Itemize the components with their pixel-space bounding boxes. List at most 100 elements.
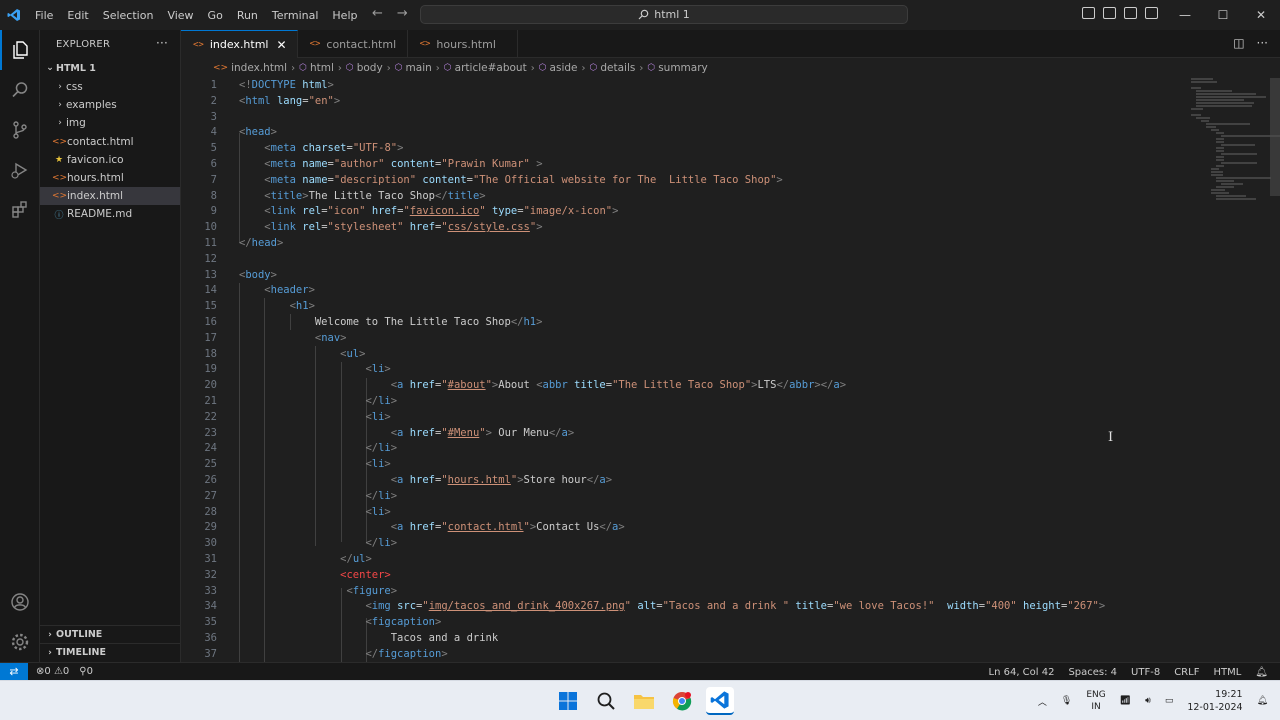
- toggle-secondary-sidebar-icon[interactable]: [1124, 7, 1137, 19]
- search-icon[interactable]: [0, 70, 40, 110]
- menu-edit[interactable]: Edit: [60, 9, 95, 22]
- run-debug-icon[interactable]: [0, 150, 40, 190]
- line-number: 36: [204, 631, 217, 644]
- breadcrumb-label: body: [356, 62, 383, 74]
- tab-index-html[interactable]: <> index.html ✕: [181, 30, 298, 58]
- toggle-panel-icon[interactable]: [1103, 7, 1116, 19]
- code-line-10: <link rel="stylesheet" href="css/style.c…: [264, 221, 543, 234]
- html-file-icon: <>: [419, 39, 431, 49]
- extensions-icon[interactable]: [0, 190, 40, 230]
- close-window-icon[interactable]: ✕: [1242, 0, 1280, 30]
- workspace-root-folder[interactable]: ⌄ HTML 1: [40, 58, 180, 78]
- breadcrumb-item[interactable]: ⬡ html: [299, 62, 334, 74]
- window-controls: — ☐ ✕: [1166, 0, 1280, 30]
- indentation[interactable]: Spaces: 4: [1068, 667, 1117, 678]
- problems-indicator[interactable]: ⊗0 ⚠0: [36, 666, 69, 677]
- windows-start-icon[interactable]: [554, 687, 582, 715]
- cursor-position[interactable]: Ln 64, Col 42: [989, 667, 1055, 678]
- code-line-5: <meta charset="UTF-8">: [264, 142, 404, 155]
- tab-contact-html[interactable]: <> contact.html: [298, 30, 408, 58]
- chrome-browser-icon[interactable]: [668, 687, 696, 715]
- minimap[interactable]: [1191, 78, 1280, 278]
- line-number: 3: [210, 110, 217, 123]
- vertical-scrollbar[interactable]: [1270, 78, 1280, 196]
- split-editor-icon[interactable]: ◫: [1233, 36, 1244, 50]
- vscode-taskbar-icon[interactable]: [706, 687, 734, 715]
- customize-layout-icon[interactable]: [1145, 7, 1158, 19]
- tab-hours-html[interactable]: <> hours.html: [408, 30, 518, 58]
- breadcrumb-item[interactable]: ⬡ body: [346, 62, 383, 74]
- code-line-37: </figcaption>: [365, 647, 448, 660]
- tree-item-index-html[interactable]: <> index.html: [40, 187, 180, 206]
- toggle-primary-sidebar-icon[interactable]: [1082, 7, 1095, 19]
- notification-bell-icon[interactable]: 🔔︎: [1257, 696, 1268, 706]
- menu-help[interactable]: Help: [325, 9, 364, 22]
- microphone-icon[interactable]: 🎙︎: [1061, 696, 1072, 706]
- code-line-34: <img src="img/tacos_and_drink_400x267.pn…: [365, 600, 1106, 613]
- language-mode[interactable]: HTML: [1213, 667, 1241, 678]
- tree-item-readme-md[interactable]: ⓘ README.md: [40, 205, 180, 223]
- wifi-icon[interactable]: 📶︎: [1120, 696, 1131, 706]
- code-line-18: <ul>: [340, 347, 366, 360]
- editor-actions: ◫ ···: [1233, 36, 1268, 50]
- html-file-icon: <>: [52, 173, 68, 184]
- tree-item-favicon-ico[interactable]: ★ favicon.ico: [40, 151, 180, 169]
- ports-count: 0: [86, 666, 93, 677]
- volume-icon[interactable]: 🔊︎: [1145, 696, 1151, 706]
- tree-item-img[interactable]: › img: [40, 114, 180, 132]
- ports-indicator[interactable]: ⚲0: [79, 666, 93, 677]
- outline-section[interactable]: › OUTLINE: [40, 625, 181, 643]
- breadcrumb-item[interactable]: ⬡ aside: [539, 62, 578, 74]
- tree-item-examples[interactable]: › examples: [40, 96, 180, 114]
- tree-item-css[interactable]: › css: [40, 78, 180, 96]
- encoding[interactable]: UTF-8: [1131, 667, 1160, 678]
- forward-arrow-icon[interactable]: →: [397, 6, 408, 21]
- menu-terminal[interactable]: Terminal: [265, 9, 326, 22]
- breadcrumb-item[interactable]: <> index.html: [213, 62, 287, 74]
- file-explorer-icon[interactable]: [630, 687, 658, 715]
- more-actions-icon[interactable]: ···: [1257, 36, 1268, 50]
- line-number: 7: [210, 173, 217, 186]
- menu-run[interactable]: Run: [230, 9, 265, 22]
- menu-selection[interactable]: Selection: [96, 9, 161, 22]
- battery-icon[interactable]: ▭: [1165, 696, 1174, 706]
- breadcrumb-label: details: [600, 62, 636, 74]
- code-lines[interactable]: <!DOCTYPE html> <html lang="en"> <head> …: [239, 78, 1239, 662]
- notifications-bell-icon[interactable]: 🔔︎: [1255, 667, 1268, 678]
- vscode-logo-icon[interactable]: [0, 0, 28, 30]
- taskbar-search-icon[interactable]: [592, 687, 620, 715]
- timeline-label: TIMELINE: [56, 647, 106, 658]
- tree-item-hours-html[interactable]: <> hours.html: [40, 169, 180, 187]
- menu-file[interactable]: File: [28, 9, 60, 22]
- timeline-section[interactable]: › TIMELINE: [40, 643, 181, 661]
- clock[interactable]: 19:21 12-01-2024: [1187, 688, 1242, 714]
- accounts-icon[interactable]: [0, 582, 40, 622]
- command-center-search[interactable]: html 1: [420, 5, 908, 24]
- html-file-icon: <>: [193, 39, 204, 50]
- maximize-icon[interactable]: ☐: [1204, 0, 1242, 30]
- back-arrow-icon[interactable]: ←: [372, 6, 383, 21]
- minimize-icon[interactable]: —: [1166, 0, 1204, 30]
- breadcrumb-item[interactable]: ⬡ article#about: [444, 62, 527, 74]
- breadcrumb-item[interactable]: ⬡ summary: [647, 62, 707, 74]
- code-editor[interactable]: 1 2 3 4 5 6 7 8 9 10 11 12 13 14 15 16 17 18 19 20 21 22 23 24 2…: [181, 78, 1280, 662]
- code-line-31: </ul>: [340, 552, 372, 565]
- workspace-name: HTML 1: [56, 62, 96, 74]
- breadcrumb-item[interactable]: ⬡ main: [395, 62, 432, 74]
- breadcrumb-item[interactable]: ⬡ details: [590, 62, 636, 74]
- input-language[interactable]: ENG IN: [1086, 689, 1105, 713]
- menu-view[interactable]: View: [160, 9, 200, 22]
- menu-go[interactable]: Go: [201, 9, 230, 22]
- close-icon[interactable]: ✕: [277, 38, 287, 52]
- end-of-line[interactable]: CRLF: [1174, 667, 1199, 678]
- tree-item-label: hours.html: [67, 172, 124, 185]
- more-actions-icon[interactable]: ···: [156, 36, 168, 50]
- explorer-icon[interactable]: [0, 30, 40, 70]
- tree-item-contact-html[interactable]: <> contact.html: [40, 133, 180, 151]
- tree-item-label: README.md: [67, 208, 133, 221]
- settings-gear-icon[interactable]: [0, 622, 40, 662]
- element-icon: ⬡: [299, 63, 307, 73]
- source-control-icon[interactable]: [0, 110, 40, 150]
- remote-indicator-icon[interactable]: ⇄: [0, 662, 28, 681]
- show-hidden-icons-chevron-icon[interactable]: ︿: [1038, 695, 1047, 708]
